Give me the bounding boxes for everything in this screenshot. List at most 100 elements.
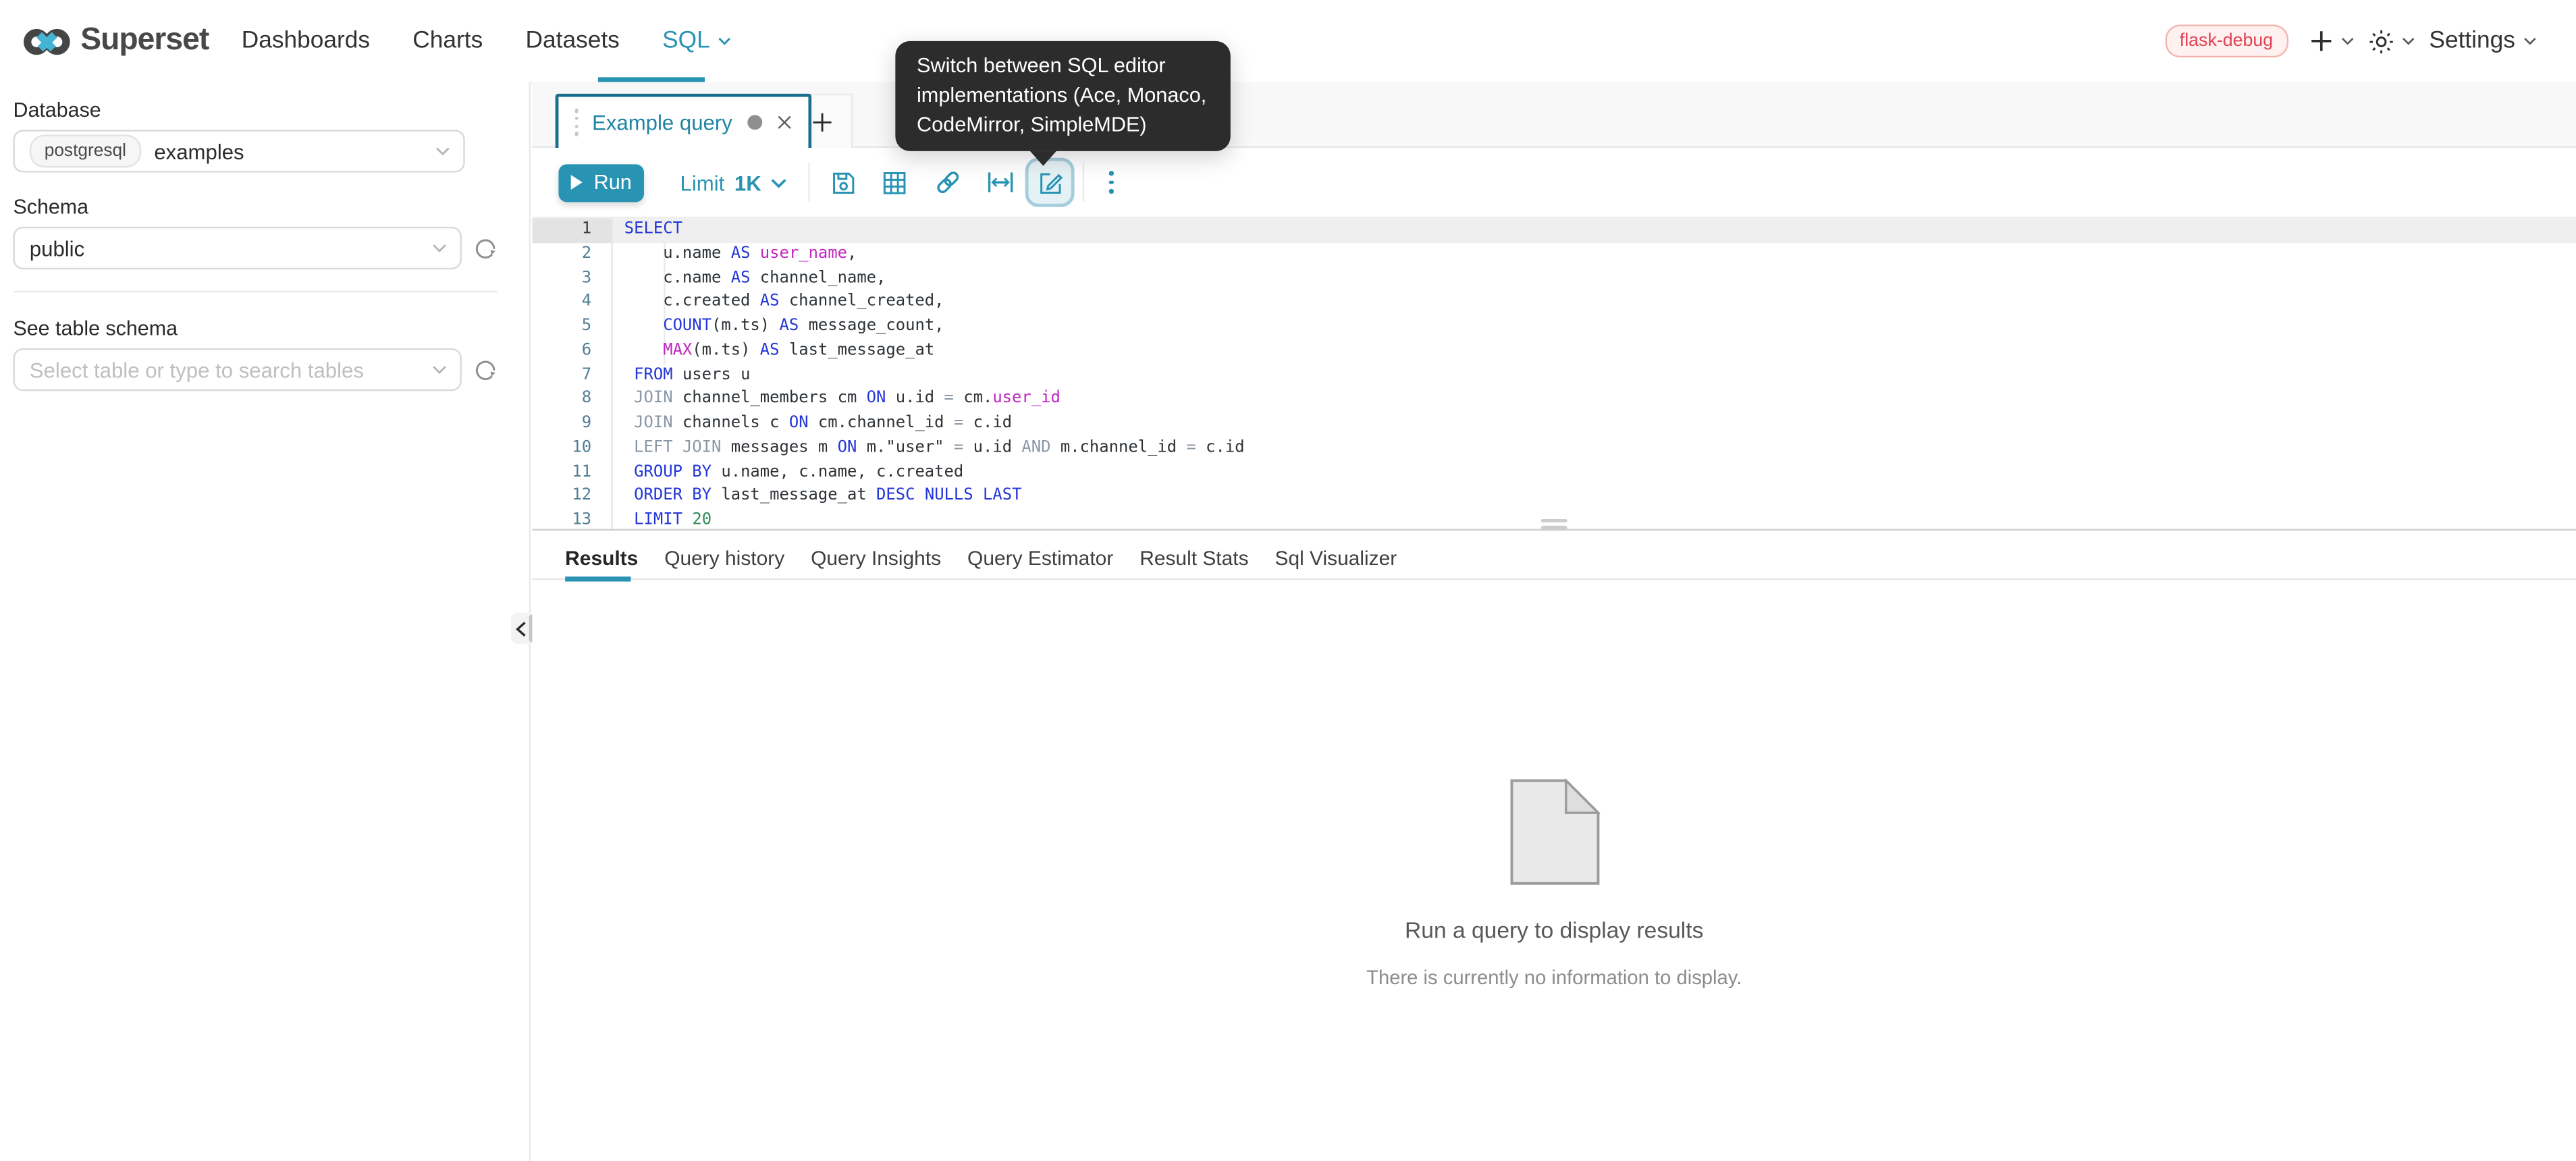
results-tab-results[interactable]: Results	[565, 542, 638, 575]
main-nav: Dashboards Charts Datasets SQL	[242, 0, 732, 82]
line-number: 12	[533, 485, 612, 510]
navbar-right: flask-debug	[2165, 0, 2537, 82]
code-line: COUNT(m.ts) AS message_count,	[624, 315, 2576, 340]
settings-menu[interactable]: Settings	[2429, 28, 2536, 54]
line-number: 2	[533, 243, 612, 267]
toolbar-divider	[1083, 163, 1085, 202]
line-number: 13	[533, 509, 612, 531]
edit-icon[interactable]	[1038, 170, 1063, 195]
nav-item-sql[interactable]: SQL	[662, 28, 731, 54]
run-label: Run	[594, 171, 632, 194]
code-line: FROM users u	[624, 364, 2576, 388]
nav-item-dashboards[interactable]: Dashboards	[242, 28, 370, 54]
nav-item-datasets[interactable]: Datasets	[526, 28, 620, 54]
chevron-down-icon	[432, 243, 447, 253]
chevron-down-icon	[718, 36, 731, 47]
run-query-button[interactable]: Run	[558, 163, 644, 201]
code-line: LEFT JOIN messages m ON m."user" = u.id …	[624, 437, 2576, 461]
drag-handle-icon	[575, 109, 579, 136]
link-icon[interactable]	[936, 169, 962, 196]
schema-select[interactable]: public	[13, 227, 461, 269]
new-item-menu[interactable]	[2309, 30, 2354, 53]
empty-document-icon	[1509, 779, 1599, 894]
editor-resize-grip[interactable]	[1541, 519, 1567, 530]
code-line: SELECT	[624, 219, 2576, 243]
refresh-tables-icon[interactable]	[473, 357, 498, 382]
database-select[interactable]: postgresql examples	[13, 130, 464, 172]
kebab-menu-icon[interactable]	[1110, 171, 1115, 194]
results-tab-sql-visualizer[interactable]: Sql Visualizer	[1274, 542, 1397, 575]
limit-label: Limit	[680, 170, 725, 195]
superset-infinity-icon	[22, 24, 72, 58]
save-icon[interactable]	[832, 170, 857, 195]
code-line: JOIN channels c ON cm.channel_id = c.id	[624, 412, 2576, 437]
line-number: 3	[533, 267, 612, 291]
estimate-width-icon[interactable]	[988, 171, 1015, 194]
results-tab-query-history[interactable]: Query history	[664, 542, 784, 575]
database-engine-tag: postgresql	[30, 135, 141, 168]
toolbar-divider	[809, 163, 810, 202]
chevron-down-icon	[2340, 36, 2353, 47]
table-select-placeholder: Select table or type to search tables	[30, 357, 364, 382]
environment-badge: flask-debug	[2165, 25, 2288, 58]
south-pane-tabbar: Results Query history Query Insights Query …	[533, 542, 2576, 580]
sql-code-editor[interactable]: 12345678910111213 SELECT u.name AS user_…	[533, 219, 2576, 531]
line-number: 11	[533, 461, 612, 485]
chevron-down-icon	[432, 364, 447, 375]
chevron-down-icon	[2523, 36, 2536, 47]
line-number: 5	[533, 315, 612, 340]
chevron-down-icon	[435, 146, 450, 157]
nav-item-charts[interactable]: Charts	[412, 28, 483, 54]
line-number: 1	[533, 219, 612, 243]
line-number: 7	[533, 364, 612, 388]
settings-label: Settings	[2429, 28, 2515, 54]
line-number: 6	[533, 340, 612, 364]
empty-state-title: Run a query to display results	[533, 918, 2576, 943]
code-line: c.name AS channel_name,	[624, 267, 2576, 291]
schema-value: public	[30, 236, 84, 261]
tooltip-text-line: Switch between SQL editor	[917, 53, 1209, 82]
code-line: ORDER BY last_message_at DESC NULLS LAST	[624, 485, 2576, 510]
refresh-schemas-icon[interactable]	[473, 236, 498, 261]
code-line: MAX(m.ts) AS last_message_at	[624, 340, 2576, 364]
database-value: examples	[154, 139, 244, 164]
plus-icon	[2309, 30, 2332, 53]
active-tab-ink-bar	[565, 576, 630, 580]
table-icon[interactable]	[883, 170, 908, 195]
table-select[interactable]: Select table or type to search tables	[13, 348, 461, 391]
row-limit-dropdown[interactable]: Limit 1K	[680, 170, 788, 195]
code-line: LIMIT 20	[624, 509, 2576, 531]
editor-tabbar: Example query	[533, 82, 2576, 148]
editor-toolbar: Run Limit 1K	[533, 148, 2576, 219]
brand-wordmark: Superset	[80, 23, 209, 59]
line-number: 8	[533, 388, 612, 412]
navbar: Superset Dashboards Charts Datasets SQL fla…	[0, 0, 2576, 84]
code-line: u.name AS user_name,	[624, 243, 2576, 267]
close-tab-icon[interactable]	[777, 115, 792, 130]
superset-sql-lab: Superset Dashboards Charts Datasets SQL fla…	[0, 0, 2576, 1161]
line-number-gutter: 12345678910111213	[533, 219, 613, 529]
results-tab-query-insights[interactable]: Query Insights	[811, 542, 941, 575]
active-nav-underline	[598, 76, 705, 82]
code-line: c.created AS channel_created,	[624, 291, 2576, 315]
sun-theme-icon	[2368, 29, 2393, 54]
schema-label: Schema	[13, 196, 498, 219]
query-tab[interactable]: Example query	[556, 94, 811, 148]
line-number: 9	[533, 412, 612, 437]
code-lines: SELECT u.name AS user_name, c.name AS ch…	[624, 219, 2576, 531]
sqllab-left-panel: Database postgresql examples Schema publ…	[0, 82, 531, 1161]
database-label: Database	[13, 99, 498, 122]
unsaved-indicator-icon	[747, 115, 762, 130]
superset-logo[interactable]: Superset	[22, 0, 209, 82]
line-number: 4	[533, 291, 612, 315]
collapse-sidebar-button[interactable]	[511, 613, 531, 644]
code-line: JOIN channel_members cm ON u.id = cm.use…	[624, 388, 2576, 412]
sql-editor-panel: Example query Run Limit 1K	[533, 82, 2576, 1161]
tooltip-text-line: implementations (Ace, Monaco,	[917, 82, 1209, 111]
query-tab-label: Example query	[592, 110, 732, 135]
results-tab-query-estimator[interactable]: Query Estimator	[967, 542, 1113, 575]
chevron-down-icon	[2401, 36, 2414, 47]
theme-menu[interactable]	[2368, 29, 2414, 54]
tooltip-text-line: CodeMirror, SimpleMDE)	[917, 111, 1209, 140]
results-tab-result-stats[interactable]: Result Stats	[1139, 542, 1248, 575]
